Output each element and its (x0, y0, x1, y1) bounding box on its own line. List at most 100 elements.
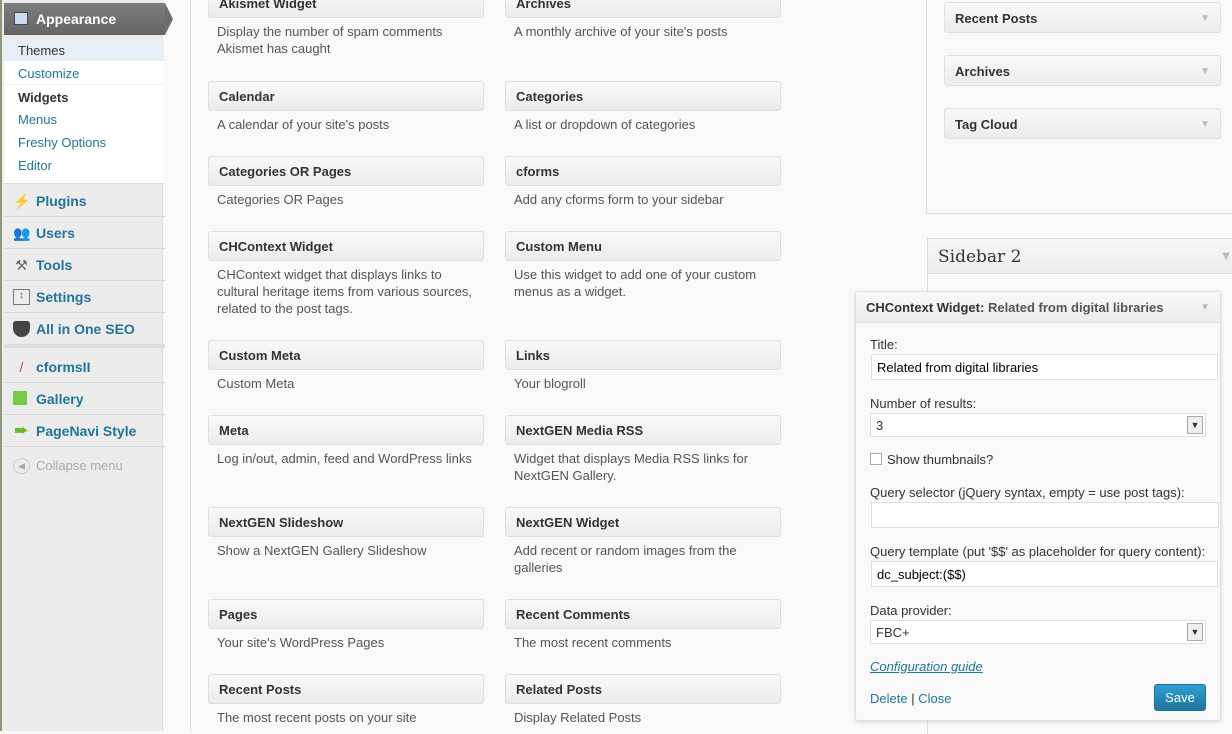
menu-tools[interactable]: ⚒ Tools (4, 249, 165, 281)
query-selector-input[interactable] (871, 502, 1219, 528)
chcontext-widget-form: CHContext Widget: Related from digital l… (855, 291, 1221, 721)
menu-settings[interactable]: ↕ Settings (4, 281, 165, 313)
widget-description: Widget that displays Media RSS links for… (514, 451, 749, 483)
menu-label: PageNavi Style (36, 423, 137, 439)
save-button[interactable]: Save (1154, 684, 1206, 711)
widget-description: Add any cforms form to your sidebar (514, 192, 724, 207)
collapse-icon: ◀ (13, 458, 30, 474)
widget-description: Custom Meta (217, 376, 295, 391)
widget-description: Add recent or random images from the gal… (514, 543, 737, 575)
menu-label: Users (36, 225, 75, 241)
data-provider-select[interactable]: FBC+ ▼ (870, 620, 1206, 644)
widget-cforms[interactable]: cforms (505, 156, 781, 186)
widget-nextgen-widget[interactable]: NextGEN Widget (505, 507, 781, 537)
submenu-widgets[interactable]: Widgets (4, 84, 164, 107)
collapse-menu[interactable]: ◀ Collapse menu (4, 450, 165, 482)
shield-icon (13, 321, 30, 337)
widget-pages[interactable]: Pages (208, 599, 484, 629)
widget-header[interactable]: CHContext Widget: Related from digital l… (856, 292, 1220, 323)
widget-chcontext-widget[interactable]: CHContext Widget (208, 231, 484, 261)
widget-nextgen-media-rss[interactable]: NextGEN Media RSS (505, 415, 781, 445)
tools-icon: ⚒ (15, 257, 28, 273)
selector-label: Query selector (jQuery syntax, empty = u… (870, 485, 1185, 500)
menu-all-in-one-seo[interactable]: All in One SEO (4, 313, 165, 348)
cforms-icon: / (19, 359, 24, 375)
submenu-freshy-options[interactable]: Freshy Options (4, 130, 164, 153)
appearance-icon (14, 12, 28, 25)
settings-icon: ↕ (13, 289, 30, 305)
selected-value: FBC+ (876, 625, 910, 640)
widget-description: A monthly archive of your site's posts (514, 24, 728, 39)
menu-label: Collapse menu (36, 458, 123, 473)
widget-related-posts[interactable]: Related Posts (505, 674, 781, 704)
menu-plugins[interactable]: ⚡ Plugins (4, 185, 165, 217)
configuration-guide-link[interactable]: Configuration guide (870, 659, 983, 674)
query-template-input[interactable]: dc_subject:($$) (871, 561, 1218, 587)
submenu-menus[interactable]: Menus (4, 107, 164, 130)
sidebar-widget-archives[interactable]: Archives ▼ (944, 55, 1221, 86)
users-icon: 👥 (13, 225, 31, 241)
expand-arrow-icon[interactable]: ▼ (1200, 13, 1210, 24)
submenu-themes[interactable]: Themes (4, 38, 164, 61)
menu-label: cformsII (36, 359, 91, 375)
widget-calendar[interactable]: Calendar (208, 81, 484, 111)
menu-cformsii[interactable]: / cformsII (4, 351, 165, 383)
widget-description: Your blogroll (514, 376, 586, 391)
delete-link[interactable]: Delete (870, 691, 908, 706)
menu-pagenavi-style[interactable]: ➨ PageNavi Style (4, 415, 165, 447)
menu-label: Appearance (36, 11, 117, 27)
collapse-arrow-icon[interactable]: ▼ (1200, 302, 1210, 313)
menu-label: All in One SEO (36, 321, 135, 337)
widget-custom-meta[interactable]: Custom Meta (208, 340, 484, 370)
num-results-select[interactable]: 3 ▼ (870, 413, 1206, 437)
provider-label: Data provider: (870, 603, 952, 618)
checkbox-label: Show thumbnails? (887, 452, 994, 467)
widget-categories[interactable]: Categories (505, 81, 781, 111)
widget-description: A list or dropdown of categories (514, 117, 696, 132)
template-label: Query template (put '$$' as placeholder … (870, 544, 1206, 559)
submenu-editor[interactable]: Editor (4, 153, 164, 176)
title-input[interactable]: Related from digital libraries (871, 354, 1218, 380)
widget-description: Display the number of spam comments Akis… (217, 24, 443, 56)
widget-description: Categories OR Pages (217, 192, 344, 207)
chevron-down-icon[interactable]: ▼ (1187, 623, 1203, 641)
menu-users[interactable]: 👥 Users (4, 217, 165, 249)
widget-custom-menu[interactable]: Custom Menu (505, 231, 781, 261)
menu-appearance[interactable]: Appearance (4, 3, 173, 35)
divider (190, 0, 191, 731)
close-link[interactable]: Close (918, 691, 951, 706)
widget-name: CHContext Widget: (866, 300, 985, 315)
widget-instance-title: Related from digital libraries (987, 300, 1164, 315)
appearance-submenu: Themes Customize Widgets Menus Freshy Op… (4, 38, 164, 184)
thumbnails-checkbox[interactable] (870, 453, 882, 465)
widget-links[interactable]: Links (505, 340, 781, 370)
widget-description: Display Related Posts (514, 710, 642, 725)
widget-categories-or-pages[interactable]: Categories OR Pages (208, 156, 484, 186)
sidebar-2-header[interactable]: Sidebar 2 ▼ (927, 238, 1232, 274)
menu-label: Plugins (36, 193, 87, 209)
sidebar-widget-recent-posts[interactable]: Recent Posts ▼ (944, 2, 1221, 33)
widget-title: Archives (955, 64, 1010, 79)
widget-title: Tag Cloud (955, 117, 1018, 132)
plug-icon: ⚡ (13, 193, 31, 209)
widget-description: The most recent posts on your site (217, 710, 417, 725)
menu-gallery[interactable]: Gallery (4, 383, 165, 415)
widget-description: The most recent comments (514, 635, 672, 650)
sidebar-title: Sidebar 2 (938, 247, 1022, 267)
widget-archives[interactable]: Archives (505, 0, 781, 18)
widget-meta[interactable]: Meta (208, 415, 484, 445)
chevron-down-icon[interactable]: ▼ (1187, 416, 1203, 434)
admin-menu: Appearance Themes Customize Widgets Menu… (0, 0, 173, 731)
expand-arrow-icon[interactable]: ▼ (1200, 119, 1210, 130)
widget-akismet-widget[interactable]: Akismet Widget (208, 0, 484, 18)
sidebar-widget-tag-cloud[interactable]: Tag Cloud ▼ (944, 108, 1221, 139)
show-thumbnails[interactable]: Show thumbnails? (870, 452, 993, 467)
widget-recent-comments[interactable]: Recent Comments (505, 599, 781, 629)
submenu-customize[interactable]: Customize (4, 61, 164, 84)
expand-arrow-icon[interactable]: ▼ (1200, 66, 1210, 77)
widget-nextgen-slideshow[interactable]: NextGEN Slideshow (208, 507, 484, 537)
menu-label: Gallery (36, 391, 84, 407)
widget-recent-posts[interactable]: Recent Posts (208, 674, 484, 704)
collapse-arrow-icon[interactable]: ▼ (1222, 251, 1230, 262)
menu-label: Tools (36, 257, 73, 273)
